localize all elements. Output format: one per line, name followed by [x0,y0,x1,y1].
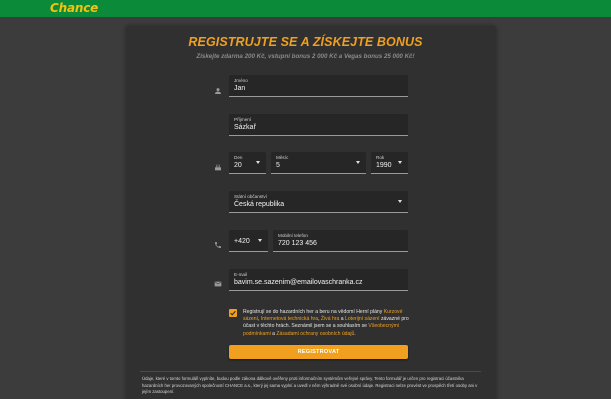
divider [140,371,481,372]
email-value: bavim.se.sazenim@emailovaschranka.cz [234,279,363,286]
birth-month-label: Měsíc [276,155,289,160]
birth-day-value: 20 [234,162,242,169]
page-title: REGISTRUJTE SE A ZÍSKEJTE BONUS [188,35,423,49]
phone-prefix-value: +420 [234,238,250,245]
cake-icon [214,158,222,176]
phone-value: 720 123 456 [278,240,317,247]
chance-logo[interactable]: Chance [50,1,98,15]
page-subtitle: Získejte zdarma 200 Kč, vstupní bonus 2 … [196,53,415,60]
email-icon [214,275,222,293]
last-name-field[interactable]: Příjmení Sázkař [229,114,408,136]
last-name-value: Sázkař [234,124,256,131]
top-header-bar: Chance [0,0,611,17]
birth-day-label: Den [234,155,243,160]
link-zasady-ochrany-udaju[interactable]: Zásadami ochrany osobních údajů [276,331,354,337]
first-name-field[interactable]: Jméno Jan [229,75,408,97]
chevron-down-icon [398,200,402,203]
chevron-down-icon [398,161,402,164]
check-icon [230,310,236,316]
link-loterijni-sazeni[interactable]: Loterijní sázení [345,316,380,322]
chevron-down-icon [258,239,262,242]
person-icon [214,82,222,100]
chevron-down-icon [256,161,260,164]
citizenship-label: Státní občanství [234,194,267,199]
consent-checkbox[interactable] [229,309,237,317]
link-ziva-hra[interactable]: Živá hra [321,316,339,322]
consent-text: Registrují se do hazardních her a beru n… [243,309,409,337]
birth-year-label: Rok [376,155,385,160]
last-name-label: Příjmení [234,117,252,122]
citizenship-select[interactable]: Státní občanství Česká republika [229,191,408,213]
email-label: E-mail [234,272,248,277]
birth-day-select[interactable]: Den 20 [229,152,266,174]
birth-year-value: 1990 [376,162,392,169]
link-internetova-technicka-hra[interactable]: Internetová technická hra [261,316,318,322]
phone-label: Mobilní telefon [278,233,308,238]
birth-year-select[interactable]: Rok 1990 [371,152,408,174]
phone-field[interactable]: Mobilní telefon 720 123 456 [273,230,408,252]
chevron-down-icon [356,161,360,164]
footer-disclaimer: Údaje, které v tomto formuláři vyplníte,… [142,376,478,395]
phone-icon [214,236,222,254]
first-name-value: Jan [234,85,246,92]
phone-prefix-select[interactable]: +420 [229,230,268,252]
citizenship-value: Česká republika [234,201,285,208]
register-button[interactable]: REGISTROVAT [229,345,408,359]
birth-month-value: 5 [276,162,280,169]
first-name-label: Jméno [234,78,248,83]
email-field[interactable]: E-mail bavim.se.sazenim@emailovaschranka… [229,269,408,291]
birth-month-select[interactable]: Měsíc 5 [271,152,366,174]
